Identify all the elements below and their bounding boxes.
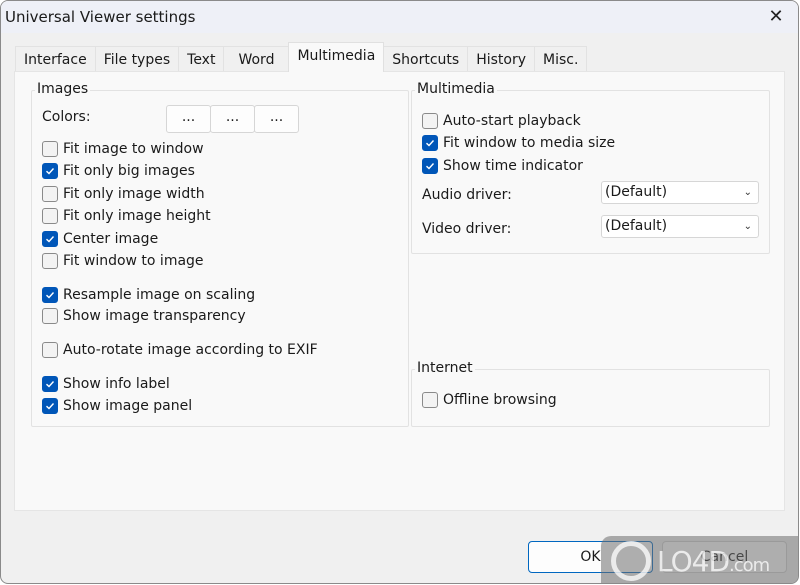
audio-driver-label: Audio driver: [422, 187, 512, 203]
fit-image-to-window-checkbox[interactable]: Fit image to window [42, 139, 204, 159]
checkmark-icon [46, 236, 55, 243]
tab-multimedia[interactable]: Multimedia [288, 42, 385, 72]
checkbox-label: Show info label [63, 376, 170, 392]
audio-driver-value: (Default) [605, 184, 668, 200]
watermark-logo-icon [611, 541, 651, 581]
checkmark-icon [46, 381, 55, 388]
window-title: Universal Viewer settings [5, 8, 196, 26]
color-button-2[interactable]: ... [210, 105, 255, 133]
auto-rotate-exif-checkbox[interactable]: Auto-rotate image according to EXIF [42, 340, 318, 360]
checkbox-box[interactable] [42, 287, 58, 303]
close-icon[interactable]: ✕ [766, 7, 786, 27]
checkmark-icon [426, 163, 435, 170]
audio-driver-select[interactable]: (Default) ⌄ [601, 181, 759, 204]
checkbox-box[interactable] [422, 135, 438, 151]
chevron-down-icon: ⌄ [743, 187, 752, 198]
show-image-transparency-checkbox[interactable]: Show image transparency [42, 306, 246, 326]
images-group-title: Images [35, 81, 91, 97]
internet-group-title: Internet [415, 360, 475, 376]
checkbox-label: Fit only image height [63, 208, 211, 224]
tab-text[interactable]: Text [178, 46, 225, 72]
fit-only-image-height-checkbox[interactable]: Fit only image height [42, 206, 211, 226]
watermark-brand: LO4D [657, 544, 730, 578]
center-image-checkbox[interactable]: Center image [42, 229, 158, 249]
multimedia-group-title: Multimedia [415, 81, 497, 97]
internet-group: Internet Offline browsing [411, 360, 770, 427]
checkbox-label: Fit only image width [63, 186, 205, 202]
show-time-indicator-checkbox[interactable]: Show time indicator [422, 156, 583, 176]
checkbox-box[interactable] [42, 308, 58, 324]
video-driver-value: (Default) [605, 218, 668, 234]
checkbox-label: Offline browsing [443, 392, 557, 408]
checkbox-label: Center image [63, 231, 159, 247]
checkbox-label: Fit only big images [63, 163, 195, 179]
tab-panel-multimedia: Images Colors: ... ... ... Fit image to … [14, 71, 785, 511]
watermark: LO4D.com [601, 536, 798, 583]
watermark-text: LO4D.com [657, 544, 770, 578]
checkbox-box[interactable] [42, 342, 58, 358]
color-button-3[interactable]: ... [254, 105, 299, 133]
tab-misc[interactable]: Misc. [534, 46, 588, 72]
tab-bar: Interface File types Text Word Multimedi… [15, 42, 588, 72]
checkmark-icon [46, 168, 55, 175]
images-group: Images Colors: ... ... ... Fit image to … [31, 81, 409, 427]
auto-start-playback-checkbox[interactable]: Auto-start playback [422, 111, 581, 131]
checkbox-label: Auto-start playback [443, 113, 581, 129]
watermark-suffix: .com [729, 554, 770, 576]
offline-browsing-checkbox[interactable]: Offline browsing [422, 390, 557, 410]
checkbox-box[interactable] [422, 113, 438, 129]
chevron-down-icon: ⌄ [743, 221, 752, 232]
checkbox-box[interactable] [42, 253, 58, 269]
checkbox-box[interactable] [42, 186, 58, 202]
checkbox-box[interactable] [42, 231, 58, 247]
title-bar: Universal Viewer settings ✕ [1, 1, 798, 33]
checkbox-label: Resample image on scaling [63, 287, 256, 303]
checkbox-label: Auto-rotate image according to EXIF [63, 342, 318, 358]
checkbox-label: Fit window to image [63, 253, 204, 269]
show-info-label-checkbox[interactable]: Show info label [42, 374, 170, 394]
tab-word[interactable]: Word [223, 46, 290, 72]
tab-shortcuts[interactable]: Shortcuts [383, 46, 469, 72]
checkbox-box[interactable] [42, 376, 58, 392]
fit-only-image-width-checkbox[interactable]: Fit only image width [42, 184, 205, 204]
fit-only-big-images-checkbox[interactable]: Fit only big images [42, 161, 195, 181]
checkbox-label: Fit window to media size [443, 135, 616, 151]
fit-window-to-media-size-checkbox[interactable]: Fit window to media size [422, 133, 615, 153]
checkmark-icon [46, 403, 55, 410]
settings-dialog: Universal Viewer settings ✕ Interface Fi… [0, 0, 799, 584]
checkbox-box[interactable] [42, 163, 58, 179]
checkbox-label: Fit image to window [63, 141, 204, 157]
checkbox-label: Show image transparency [63, 308, 246, 324]
checkbox-box[interactable] [42, 141, 58, 157]
show-image-panel-checkbox[interactable]: Show image panel [42, 396, 192, 416]
video-driver-select[interactable]: (Default) ⌄ [601, 215, 759, 238]
fit-window-to-image-checkbox[interactable]: Fit window to image [42, 251, 204, 271]
tab-file-types[interactable]: File types [94, 46, 180, 72]
tab-interface[interactable]: Interface [15, 46, 96, 72]
resample-image-checkbox[interactable]: Resample image on scaling [42, 285, 255, 305]
checkbox-box[interactable] [422, 392, 438, 408]
checkbox-box[interactable] [422, 158, 438, 174]
video-driver-label: Video driver: [422, 221, 512, 237]
checkmark-icon [46, 292, 55, 299]
color-button-1[interactable]: ... [166, 105, 211, 133]
checkbox-label: Show time indicator [443, 158, 583, 174]
checkbox-box[interactable] [42, 398, 58, 414]
checkbox-label: Show image panel [63, 398, 193, 414]
colors-label: Colors: [42, 109, 91, 125]
tab-history[interactable]: History [467, 46, 536, 72]
checkmark-icon [426, 140, 435, 147]
checkbox-box[interactable] [42, 208, 58, 224]
multimedia-group: Multimedia Auto-start playback Fit windo… [411, 81, 770, 254]
